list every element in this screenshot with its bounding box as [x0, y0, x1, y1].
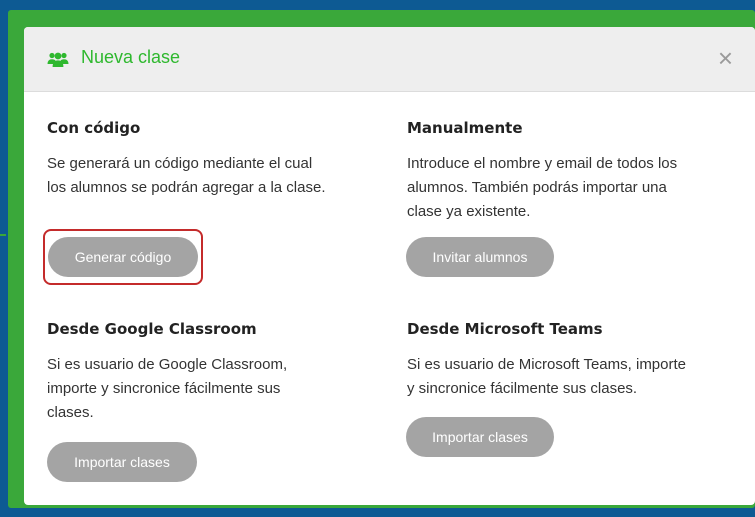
section-heading: Desde Microsoft Teams	[407, 320, 603, 338]
modal-header: Nueva clase ×	[24, 27, 755, 92]
section-microsoft-teams: Desde Microsoft Teams Si es usuario de M…	[407, 320, 686, 401]
section-heading: Desde Google Classroom	[47, 320, 257, 338]
close-icon[interactable]: ×	[718, 43, 733, 73]
section-description: Si es usuario de Google Classroom, impor…	[47, 356, 288, 421]
section-heading: Con código	[47, 119, 141, 137]
section-google-classroom: Desde Google Classroom Si es usuario de …	[47, 320, 287, 425]
highlight-annotation	[43, 229, 203, 285]
section-heading: Manualmente	[407, 119, 523, 137]
section-description: Introduce el nombre y email de todos los…	[407, 155, 678, 220]
users-icon	[47, 52, 69, 67]
section-description: Si es usuario de Microsoft Teams, import…	[407, 356, 687, 397]
new-class-modal: Nueva clase × Con código Se generará un …	[24, 27, 755, 505]
section-description: Se generará un código mediante el cual l…	[47, 155, 326, 196]
import-google-classes-button[interactable]: Importar clases	[47, 442, 197, 482]
section-manual: Manualmente Introduce el nombre y email …	[407, 119, 677, 224]
section-with-code: Con código Se generará un código mediant…	[47, 119, 326, 200]
modal-title: Nueva clase	[81, 47, 181, 67]
import-teams-classes-button[interactable]: Importar clases	[406, 417, 554, 457]
invite-students-button[interactable]: Invitar alumnos	[406, 237, 554, 277]
